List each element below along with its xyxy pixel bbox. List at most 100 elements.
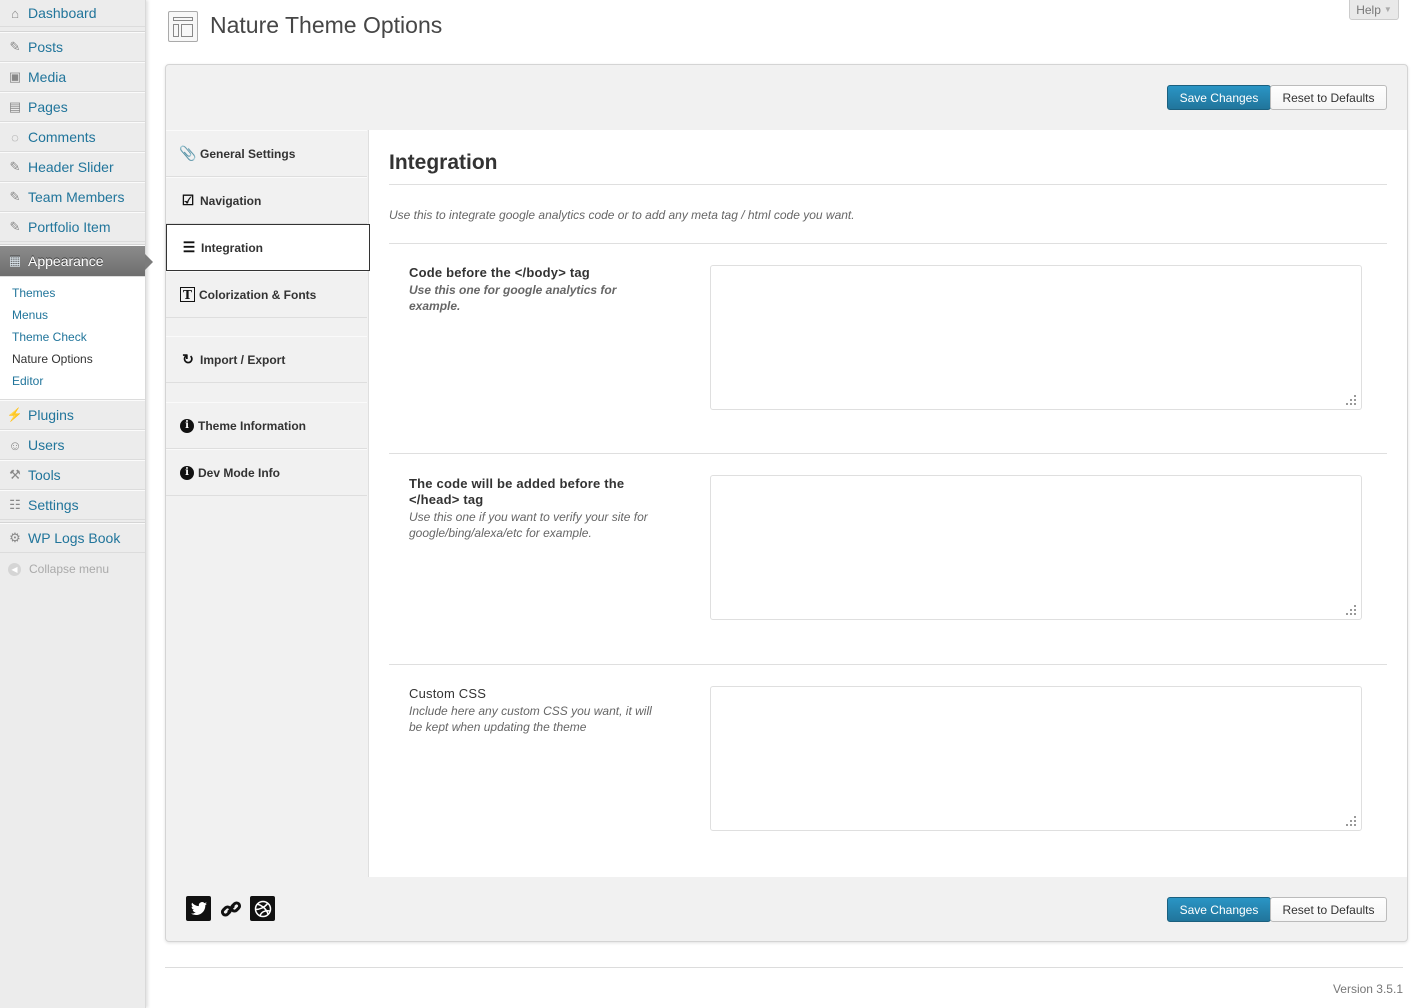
menu-label: Tools <box>28 467 61 483</box>
menu-comments[interactable]: ◌ Comments <box>0 122 145 152</box>
section-title: Integration <box>389 151 498 174</box>
menu-label: Header Slider <box>28 159 114 175</box>
divider <box>389 453 1387 454</box>
chevron-down-icon: ▼ <box>1383 5 1392 14</box>
paperclip-icon: 📎 <box>179 145 197 161</box>
twitter-icon[interactable] <box>186 896 211 921</box>
submenu-editor[interactable]: Editor <box>0 370 145 392</box>
resize-grip-icon[interactable] <box>1346 605 1356 615</box>
submenu-nature-options[interactable]: Nature Options <box>0 348 145 370</box>
help-tab-button[interactable]: Help ▼ <box>1349 0 1399 20</box>
tab-label: Integration <box>201 240 263 255</box>
reset-defaults-button-top[interactable]: Reset to Defaults <box>1270 85 1387 110</box>
save-changes-button-top[interactable]: Save Changes <box>1167 85 1271 110</box>
menu-label: Comments <box>28 129 96 145</box>
collapse-menu-button[interactable]: ◀ Collapse menu <box>0 553 145 585</box>
collapse-menu-label: Collapse menu <box>29 562 110 576</box>
resize-grip-icon[interactable] <box>1346 395 1356 405</box>
tab-integration[interactable]: ☰ Integration <box>166 224 370 271</box>
dribbble-icon[interactable] <box>250 896 275 921</box>
plug-icon: ⚡ <box>6 407 24 422</box>
submenu-themes[interactable]: Themes <box>0 282 145 304</box>
menu-portfolio-item[interactable]: ✎ Portfolio Item <box>0 212 145 242</box>
options-panel: Save Changes Reset to Defaults 📎 General… <box>165 64 1408 942</box>
comment-icon: ◌ <box>11 129 19 145</box>
divider <box>389 664 1387 665</box>
menu-label: Settings <box>28 497 79 513</box>
tab-dev-mode-info[interactable]: i Dev Mode Info <box>166 449 367 496</box>
pin-icon: ✎ <box>9 219 21 234</box>
menu-label: Team Members <box>28 189 125 205</box>
resize-grip-icon[interactable] <box>1346 816 1356 826</box>
text-icon: T <box>180 287 195 302</box>
custom-css-textarea[interactable] <box>710 686 1362 831</box>
menu-label: WP Logs Book <box>28 530 121 546</box>
tab-import-export[interactable]: ↻ Import / Export <box>166 336 367 383</box>
option-title: The code will be added before the </head… <box>409 476 625 507</box>
help-label: Help <box>1356 2 1381 17</box>
pages-icon: ▤ <box>8 99 22 114</box>
theme-options-page-icon <box>168 11 198 42</box>
info-icon: i <box>180 418 194 433</box>
head-code-textarea[interactable] <box>710 475 1362 620</box>
menu-tools[interactable]: ⚒ Tools <box>0 460 145 490</box>
collapse-arrow-icon: ◀ <box>8 562 21 576</box>
pin-icon: ✎ <box>9 159 21 174</box>
menu-label: Pages <box>28 99 68 115</box>
option-head-code-label: The code will be added before the </head… <box>409 476 654 541</box>
menu-header-slider[interactable]: ✎ Header Slider <box>0 152 145 182</box>
tools-icon: ⚒ <box>9 467 21 482</box>
menu-media[interactable]: ▣ Media <box>0 62 145 92</box>
menu-label: Dashboard <box>28 5 97 21</box>
checkbox-icon: ☑ <box>181 192 195 208</box>
option-description: Use this one if you want to verify your … <box>409 510 648 540</box>
integration-section: Integration Use this to integrate google… <box>368 130 1407 877</box>
tab-theme-information[interactable]: i Theme Information <box>166 402 367 449</box>
gear-icon: ⚙ <box>9 530 21 545</box>
divider <box>389 184 1387 185</box>
menu-team-members[interactable]: ✎ Team Members <box>0 182 145 212</box>
menu-label: Plugins <box>28 407 74 423</box>
option-custom-css-label: Custom CSS Include here any custom CSS y… <box>409 686 664 735</box>
tab-label: Dev Mode Info <box>198 465 281 480</box>
tab-general-settings[interactable]: 📎 General Settings <box>166 130 367 177</box>
menu-label: Users <box>28 437 65 453</box>
footer-divider <box>165 967 1403 968</box>
tab-label: Theme Information <box>198 418 307 433</box>
reset-defaults-button-bottom[interactable]: Reset to Defaults <box>1270 897 1387 922</box>
option-body-code-label: Code before the </body> tag Use this one… <box>409 265 664 314</box>
menu-plugins[interactable]: ⚡ Plugins <box>0 400 145 430</box>
users-icon: ☺ <box>8 437 22 453</box>
menu-dashboard[interactable]: ⌂ Dashboard <box>0 0 145 27</box>
body-code-textarea[interactable] <box>710 265 1362 410</box>
settings-icon: ☷ <box>9 497 21 512</box>
appearance-icon: ▦ <box>8 253 22 268</box>
menu-wp-logs-book[interactable]: ⚙ WP Logs Book <box>0 523 145 553</box>
appearance-submenu: Themes Menus Theme Check Nature Options … <box>0 277 145 400</box>
tab-label: Import / Export <box>200 352 286 367</box>
menu-posts[interactable]: ✎ Posts <box>0 32 145 62</box>
pin-icon: ✎ <box>9 39 21 54</box>
submenu-menus[interactable]: Menus <box>0 304 145 326</box>
save-changes-button-bottom[interactable]: Save Changes <box>1167 897 1271 922</box>
menu-label: Media <box>28 69 67 85</box>
menu-label: Appearance <box>28 253 104 269</box>
tab-colorization-fonts[interactable]: T Colorization & Fonts <box>166 271 367 318</box>
page-title: Nature Theme Options <box>210 12 443 38</box>
tab-navigation[interactable]: ☑ Navigation <box>166 177 367 224</box>
link-icon[interactable] <box>218 896 243 921</box>
menu-appearance[interactable]: ▦ Appearance <box>0 245 153 277</box>
options-tabs: 📎 General Settings ☑ Navigation ☰ Integr… <box>166 130 370 877</box>
menu-pages[interactable]: ▤ Pages <box>0 92 145 122</box>
option-title: Custom CSS <box>409 686 487 701</box>
menu-settings[interactable]: ☷ Settings <box>0 490 145 520</box>
menu-label: Posts <box>28 39 64 55</box>
divider <box>389 243 1387 244</box>
tab-label: General Settings <box>200 146 296 161</box>
submenu-theme-check[interactable]: Theme Check <box>0 326 145 348</box>
admin-sidebar: ⌂ Dashboard ✎ Posts ▣ Media ▤ Pages ◌ Co… <box>0 0 153 1008</box>
menu-label: Portfolio Item <box>28 219 111 235</box>
pin-icon: ✎ <box>9 189 21 204</box>
menu-users[interactable]: ☺ Users <box>0 430 145 460</box>
wp-version: Version 3.5.1 <box>1332 982 1403 996</box>
